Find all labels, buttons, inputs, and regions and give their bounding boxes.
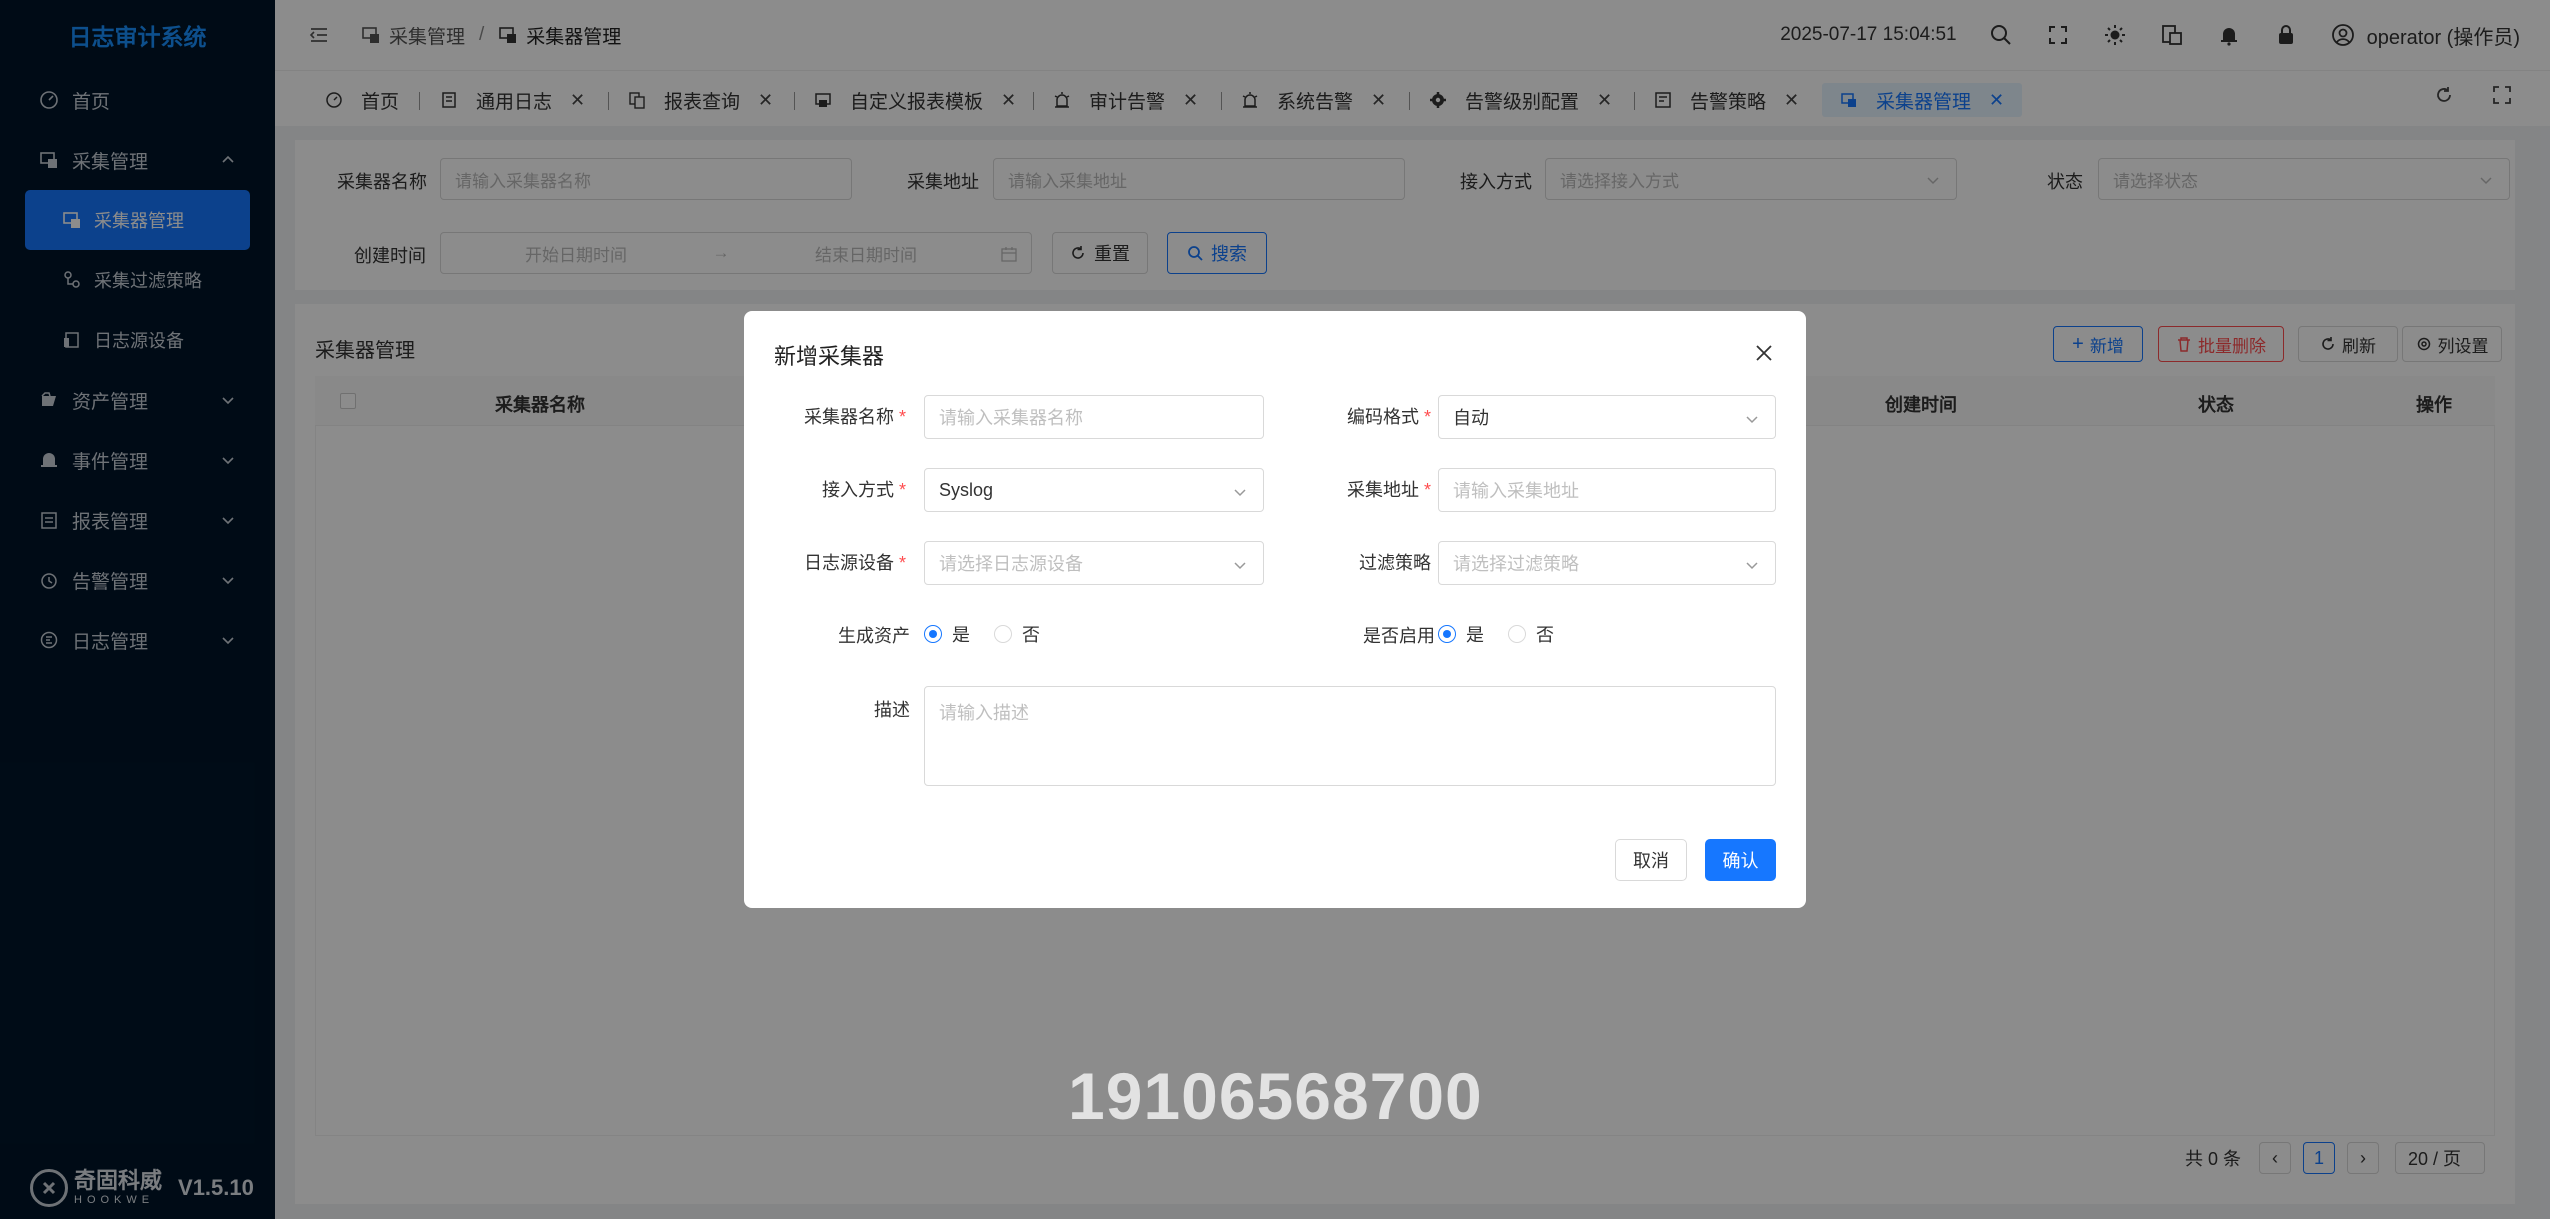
cancel-button[interactable]: 取消	[1615, 839, 1687, 881]
select-value: 自动	[1453, 408, 1489, 428]
radio-unchecked-icon	[1508, 625, 1526, 643]
access-method-select[interactable]: Syslog	[924, 468, 1264, 512]
description-textarea[interactable]: 请输入描述	[924, 686, 1776, 786]
select-placeholder: 请选择日志源设备	[939, 554, 1083, 574]
access-label: 接入方式 *	[821, 480, 906, 500]
radio-label: 否	[1022, 625, 1040, 645]
close-icon[interactable]	[1754, 343, 1774, 363]
filter-policy-select[interactable]: 请选择过滤策略	[1438, 541, 1776, 585]
enabled-label: 是否启用	[1363, 626, 1435, 646]
log-source-device-select[interactable]: 请选择日志源设备	[924, 541, 1264, 585]
radio-unchecked-icon	[994, 625, 1012, 643]
chevron-down-icon	[1234, 489, 1246, 497]
enabled-yes-radio[interactable]: 是	[1438, 621, 1484, 647]
encoding-label: 编码格式 *	[1346, 407, 1431, 427]
radio-checked-icon	[1438, 625, 1456, 643]
confirm-button[interactable]: 确认	[1705, 839, 1776, 881]
radio-checked-icon	[924, 625, 942, 643]
radio-label: 是	[952, 625, 970, 645]
chevron-down-icon	[1234, 562, 1246, 570]
name-label: 采集器名称 *	[803, 407, 906, 427]
gen-asset-no-radio[interactable]: 否	[994, 621, 1040, 647]
radio-label: 是	[1466, 625, 1484, 645]
watermark: 19106568700	[1068, 1059, 1483, 1133]
collector-name-input[interactable]: 请输入采集器名称	[924, 395, 1264, 439]
chevron-down-icon	[1746, 562, 1758, 570]
add-collector-modal: 新增采集器 采集器名称 * 请输入采集器名称 编码格式 * 自动 接入方式 * Sys…	[744, 311, 1806, 908]
modal-title: 新增采集器	[774, 344, 885, 369]
device-label: 日志源设备 *	[803, 553, 906, 573]
chevron-down-icon	[1746, 416, 1758, 424]
radio-label: 否	[1536, 625, 1554, 645]
select-placeholder: 请选择过滤策略	[1453, 554, 1579, 574]
filter-policy-label: 过滤策略	[1359, 553, 1431, 573]
select-value: Syslog	[939, 479, 994, 500]
gen-asset-label: 生成资产	[838, 626, 910, 646]
collect-address-input[interactable]: 请输入采集地址	[1438, 468, 1776, 512]
desc-label: 描述	[874, 700, 910, 720]
encoding-select[interactable]: 自动	[1438, 395, 1776, 439]
enabled-no-radio[interactable]: 否	[1508, 621, 1554, 647]
gen-asset-yes-radio[interactable]: 是	[924, 621, 970, 647]
addr-label: 采集地址 *	[1346, 480, 1431, 500]
